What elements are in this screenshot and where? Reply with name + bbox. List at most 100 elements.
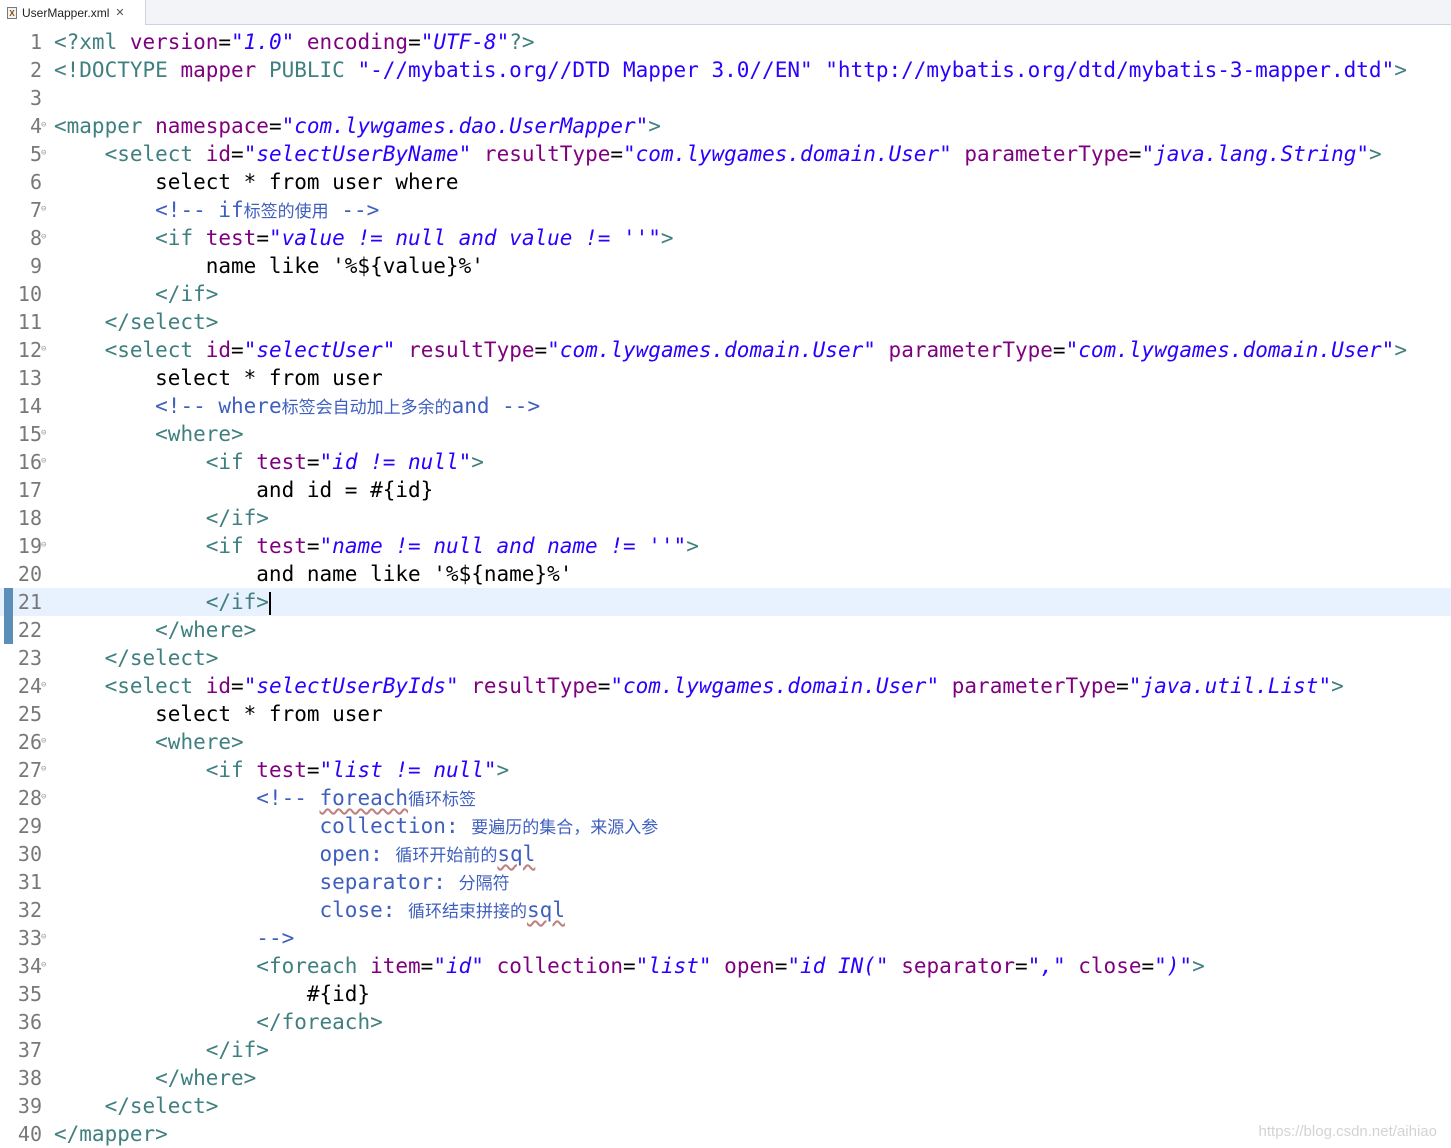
code-line[interactable]: 37 </if> [0,1036,1451,1064]
fold-toggle-icon[interactable]: ⊖ [41,532,46,558]
code-line[interactable]: 8 ⊖ <if test="value != null and value != … [0,224,1451,252]
code-line[interactable]: 32 close: 循环结束拼接的sql [0,896,1451,924]
code-text: </if> [54,1036,269,1064]
code-token: "id != null" [319,450,472,474]
line-number: 26 [17,730,42,754]
code-token: = [1128,142,1142,166]
fold-toggle-icon[interactable]: ⊖ [41,196,46,222]
code-token: parameterType [964,142,1129,166]
code-line[interactable]: 16 ⊖ <if test="id != null"> [0,448,1451,476]
tab-title: UserMapper.xml [22,5,110,20]
fold-toggle-icon[interactable]: ⊖ [41,420,46,446]
editor-tab-bar: X UserMapper.xml ✕ [0,0,1451,25]
code-line[interactable]: 23 </select> [0,644,1451,672]
code-line[interactable]: 36 </foreach> [0,1008,1451,1036]
code-line[interactable]: 1 <?xml version="1.0" encoding="UTF-8"?> [0,28,1451,56]
fold-toggle-icon[interactable]: ⊖ [41,112,46,138]
code-token: "UTF-8" [420,30,510,54]
code-token: = [268,114,282,138]
code-line[interactable]: 14 <!-- where标签会自动加上多余的and --> [0,392,1451,420]
code-line[interactable]: 38 </where> [0,1064,1451,1092]
editor-tab-usermapper[interactable]: X UserMapper.xml ✕ [0,0,146,25]
code-line[interactable]: 31 separator: 分隔符 [0,868,1451,896]
code-line[interactable]: 22 </where> [0,616,1451,644]
code-text: name like '%${value}%' [54,252,484,280]
code-token: 分隔符 [458,874,510,894]
code-line[interactable]: 20 and name like '%${name}%' [0,560,1451,588]
code-line[interactable]: 12 ⊖ <select id="selectUser" resultType="… [0,336,1451,364]
fold-toggle-icon[interactable]: ⊖ [41,728,46,754]
code-token: </mapper> [54,1122,168,1146]
code-token: "-//mybatis.org//DTD Mapper 3.0//EN" [357,58,813,82]
line-number: 25 [17,702,42,726]
code-token: select * from user [54,366,383,390]
code-token: ?> [509,30,535,54]
code-line[interactable]: 27 ⊖ <if test="list != null"> [0,756,1451,784]
fold-toggle-icon[interactable]: ⊖ [41,224,46,250]
code-line[interactable]: 25 select * from user [0,700,1451,728]
code-token: </where> [155,1066,257,1090]
code-line[interactable]: 3 [0,84,1451,112]
code-line[interactable]: 5 ⊖ <select id="selectUserByName" resultT… [0,140,1451,168]
code-line[interactable]: 4 ⊖ <mapper namespace="com.lywgames.dao.Us… [0,112,1451,140]
code-token: mapper [180,58,257,82]
fold-toggle-icon[interactable]: ⊖ [41,448,46,474]
line-number: 13 [17,366,42,390]
code-line[interactable]: 18 </if> [0,504,1451,532]
code-token: <!-- where [155,394,282,418]
code-line[interactable]: 30 open: 循环开始前的sql [0,840,1451,868]
fold-toggle-icon[interactable]: ⊖ [41,784,46,810]
code-line[interactable]: 26 ⊖ <where> [0,728,1451,756]
code-line[interactable]: 40 </mapper> [0,1120,1451,1148]
code-line[interactable]: 35 #{id} [0,980,1451,1008]
code-text: <mapper namespace="com.lywgames.dao.User… [54,112,661,140]
code-line[interactable]: 21 </if> [0,588,1451,616]
fold-toggle-icon[interactable]: ⊖ [41,952,46,978]
code-token: id [205,142,232,166]
code-line[interactable]: 17 and id = #{id} [0,476,1451,504]
code-line[interactable]: 13 select * from user [0,364,1451,392]
code-line[interactable]: 28 ⊖ <!-- foreach循环标签 [0,784,1451,812]
code-token: > [660,226,674,250]
code-token: "list != null" [319,758,497,782]
code-token: "selectUser" [243,338,396,362]
code-line[interactable]: 11 </select> [0,308,1451,336]
code-line[interactable]: 33 ⊖ --> [0,924,1451,952]
code-token: foreach [319,786,409,810]
code-editor[interactable]: 1 <?xml version="1.0" encoding="UTF-8"?> 2… [0,28,1451,1148]
line-number: 8 [29,226,42,250]
code-line[interactable]: 19 ⊖ <if test="name != null and name != '… [0,532,1451,560]
fold-toggle-icon[interactable]: ⊖ [41,924,46,950]
code-token: select * from user [54,702,383,726]
code-line[interactable]: 39 </select> [0,1092,1451,1120]
close-icon[interactable]: ✕ [115,6,124,19]
line-number: 35 [17,982,42,1006]
code-token: --> [328,198,380,222]
code-line[interactable]: 34 ⊖ <foreach item="id" collection="list"… [0,952,1451,980]
code-line[interactable]: 9 name like '%${value}%' [0,252,1451,280]
code-token: = [306,534,320,558]
fold-toggle-icon[interactable]: ⊖ [41,336,46,362]
fold-toggle-icon[interactable]: ⊖ [41,140,46,166]
fold-toggle-icon[interactable]: ⊖ [41,672,46,698]
line-number: 34 [17,954,42,978]
code-line[interactable]: 2 <!DOCTYPE mapper PUBLIC "-//mybatis.org… [0,56,1451,84]
code-line[interactable]: 29 collection: 要遍历的集合，来源入参 [0,812,1451,840]
fold-toggle-icon[interactable]: ⊖ [41,756,46,782]
code-token: = [774,954,788,978]
code-line[interactable]: 6 select * from user where [0,168,1451,196]
code-line[interactable]: 24 ⊖ <select id="selectUserByIds" resultT… [0,672,1451,700]
code-token: 循环标签 [408,790,477,810]
line-number: 4 [29,114,42,138]
code-line[interactable]: 15 ⊖ <where> [0,420,1451,448]
code-text: <if test="value != null and value != ''"… [54,224,674,252]
line-number: 21 [17,590,42,614]
code-line[interactable]: 10 </if> [0,280,1451,308]
code-line[interactable]: 7 ⊖ <!-- if标签的使用 --> [0,196,1451,224]
line-number: 28 [17,786,42,810]
